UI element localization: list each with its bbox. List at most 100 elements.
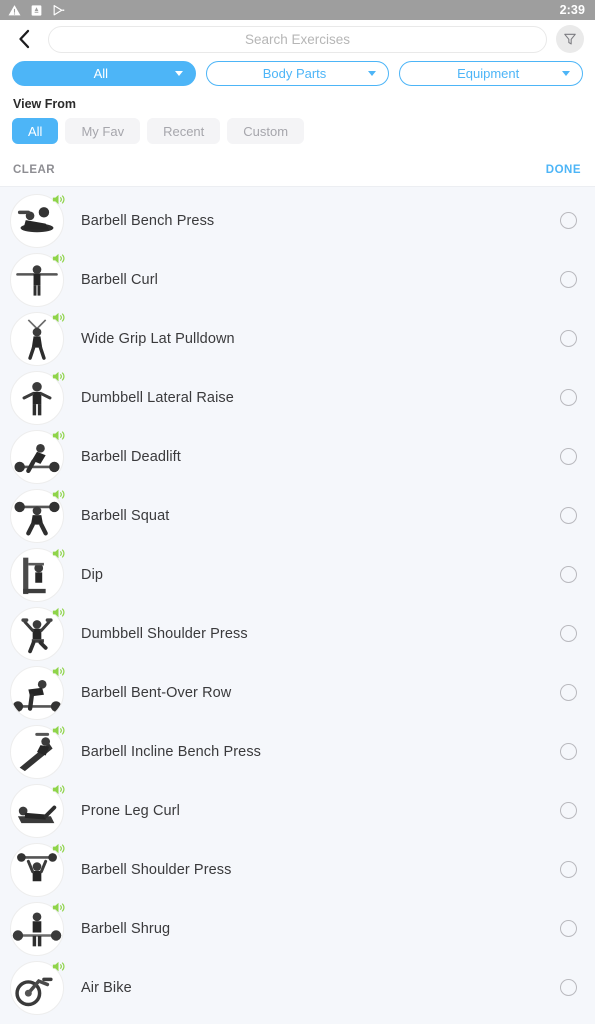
view-from-my-fav[interactable]: My Fav xyxy=(65,118,141,144)
exercise-row[interactable]: Barbell Shoulder Press xyxy=(0,840,595,899)
back-chevron-icon xyxy=(18,29,29,49)
dropdown-body-parts[interactable]: Body Parts xyxy=(205,61,390,86)
exercise-thumbnail-wrap xyxy=(9,901,65,957)
view-from-title: View From xyxy=(13,97,76,111)
exercise-row[interactable]: Barbell Shrug xyxy=(0,899,595,958)
speaker-icon[interactable] xyxy=(51,546,66,561)
speaker-icon[interactable] xyxy=(51,251,66,266)
exercise-select-radio[interactable] xyxy=(560,566,577,583)
filter-button[interactable] xyxy=(556,25,584,53)
exercise-name: Prone Leg Curl xyxy=(81,802,180,819)
warning-triangle-icon xyxy=(8,4,21,15)
exercise-row[interactable]: Wide Grip Lat Pulldown xyxy=(0,309,595,368)
exercise-thumbnail-wrap xyxy=(9,606,65,662)
exercise-row[interactable]: Dumbbell Lateral Raise xyxy=(0,368,595,427)
exercise-picker-screen: 2:39 All Body Parts Equipment xyxy=(0,0,595,1024)
exercise-row[interactable]: Barbell Deadlift xyxy=(0,427,595,486)
chevron-down-icon xyxy=(562,71,571,76)
search-header xyxy=(0,20,595,58)
exercise-thumbnail-wrap xyxy=(9,193,65,249)
search-input[interactable] xyxy=(49,31,546,47)
exercise-row[interactable]: Barbell Bent-Over Row xyxy=(0,663,595,722)
exercise-row[interactable]: Barbell Squat xyxy=(0,486,595,545)
dropdown-equipment-label: Equipment xyxy=(457,66,520,81)
speaker-icon[interactable] xyxy=(51,369,66,384)
exercise-thumbnail-wrap xyxy=(9,370,65,426)
exercise-select-radio[interactable] xyxy=(560,979,577,996)
exercise-thumbnail-wrap xyxy=(9,429,65,485)
exercise-select-radio[interactable] xyxy=(560,271,577,288)
speaker-icon[interactable] xyxy=(51,782,66,797)
sim-card-icon xyxy=(31,4,42,16)
exercise-name: Barbell Curl xyxy=(81,271,158,288)
exercise-thumbnail-wrap xyxy=(9,842,65,898)
speaker-icon[interactable] xyxy=(51,192,66,207)
exercise-thumbnail-wrap xyxy=(9,724,65,780)
exercise-select-radio[interactable] xyxy=(560,861,577,878)
speaker-icon[interactable] xyxy=(51,605,66,620)
exercise-row[interactable]: Air Bike xyxy=(0,958,595,1017)
back-button[interactable] xyxy=(9,24,39,54)
exercise-select-radio[interactable] xyxy=(560,625,577,642)
speaker-icon[interactable] xyxy=(51,841,66,856)
dropdown-body-parts-label: Body Parts xyxy=(262,66,327,81)
exercise-select-radio[interactable] xyxy=(560,802,577,819)
exercise-list: Barbell Bench Press Barbell Curl Wide Grip… xyxy=(0,187,595,1017)
exercise-thumbnail-wrap xyxy=(9,665,65,721)
funnel-filter-icon xyxy=(564,33,576,45)
view-from-all[interactable]: All xyxy=(12,118,59,144)
speaker-icon[interactable] xyxy=(51,487,66,502)
exercise-thumbnail-wrap xyxy=(9,783,65,839)
exercise-select-radio[interactable] xyxy=(560,507,577,524)
exercise-name: Barbell Incline Bench Press xyxy=(81,743,262,760)
status-bar-clock: 2:39 xyxy=(559,2,585,17)
exercise-thumbnail-wrap xyxy=(9,252,65,308)
speaker-icon[interactable] xyxy=(51,664,66,679)
exercise-name: Air Bike xyxy=(81,979,132,996)
exercise-select-radio[interactable] xyxy=(560,448,577,465)
exercise-row[interactable]: Dumbbell Shoulder Press xyxy=(0,604,595,663)
exercise-name: Barbell Bent-Over Row xyxy=(81,684,232,701)
dropdown-all[interactable]: All xyxy=(12,61,196,86)
exercise-thumbnail-wrap xyxy=(9,311,65,367)
exercise-name: Barbell Squat xyxy=(81,507,170,524)
send-arrow-icon xyxy=(53,4,65,15)
exercise-row[interactable]: Barbell Curl xyxy=(0,250,595,309)
exercise-thumbnail-wrap xyxy=(9,960,65,1016)
chevron-down-icon xyxy=(368,71,377,76)
clear-button[interactable]: CLEAR xyxy=(13,164,55,176)
dropdown-equipment[interactable]: Equipment xyxy=(399,61,584,86)
filter-dropdown-row: All Body Parts Equipment xyxy=(0,58,595,95)
exercise-select-radio[interactable] xyxy=(560,389,577,406)
filter-action-row: CLEAR DONE xyxy=(0,154,595,187)
exercise-select-radio[interactable] xyxy=(560,212,577,229)
exercise-name: Barbell Bench Press xyxy=(81,212,215,229)
done-button[interactable]: DONE xyxy=(546,164,581,176)
search-field[interactable] xyxy=(48,25,547,53)
exercise-name: Barbell Shoulder Press xyxy=(81,861,232,878)
exercise-row[interactable]: Prone Leg Curl xyxy=(0,781,595,840)
speaker-icon[interactable] xyxy=(51,959,66,974)
dropdown-all-label: All xyxy=(93,66,109,81)
view-from-recent[interactable]: Recent xyxy=(147,118,221,144)
exercise-select-radio[interactable] xyxy=(560,920,577,937)
chevron-down-icon xyxy=(174,71,183,76)
exercise-name: Wide Grip Lat Pulldown xyxy=(81,330,235,347)
exercise-name: Dip xyxy=(81,566,104,583)
exercise-select-radio[interactable] xyxy=(560,330,577,347)
speaker-icon[interactable] xyxy=(51,428,66,443)
exercise-name: Dumbbell Shoulder Press xyxy=(81,625,248,642)
speaker-icon[interactable] xyxy=(51,723,66,738)
exercise-row[interactable]: Dip xyxy=(0,545,595,604)
exercise-select-radio[interactable] xyxy=(560,743,577,760)
exercise-thumbnail-wrap xyxy=(9,547,65,603)
exercise-row[interactable]: Barbell Incline Bench Press xyxy=(0,722,595,781)
exercise-select-radio[interactable] xyxy=(560,684,577,701)
speaker-icon[interactable] xyxy=(51,900,66,915)
speaker-icon[interactable] xyxy=(51,310,66,325)
view-from-custom[interactable]: Custom xyxy=(227,118,305,144)
view-from-section: View From All My Fav Recent Custom xyxy=(0,95,595,154)
exercise-name: Barbell Shrug xyxy=(81,920,171,937)
exercise-name: Dumbbell Lateral Raise xyxy=(81,389,234,406)
exercise-row[interactable]: Barbell Bench Press xyxy=(0,191,595,250)
